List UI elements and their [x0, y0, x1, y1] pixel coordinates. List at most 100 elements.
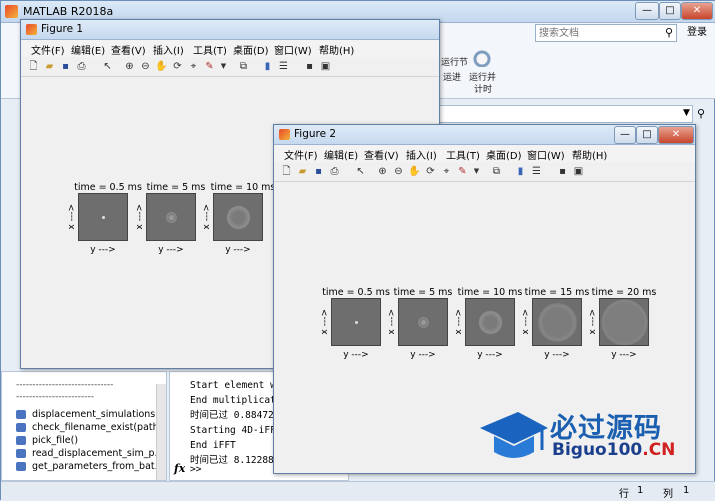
main-window-title: MATLAB R2018a [23, 5, 114, 18]
search-icon[interactable]: ⚲ [665, 26, 673, 39]
zoom-out-icon[interactable]: ⊖ [139, 60, 152, 73]
col-value: 1 [683, 485, 690, 496]
zoom-in-icon[interactable]: ⊕ [376, 165, 389, 178]
main-maximize-button[interactable]: □ [659, 2, 681, 20]
list-item[interactable]: pick_file() [2, 434, 166, 447]
subplot-1: time = 0.5 ms x ---> y ---> [67, 182, 143, 255]
figure-2-title-bar[interactable]: Figure 2 — □ ✕ [274, 125, 695, 145]
subplot-axes[interactable] [146, 193, 196, 241]
search-documentation-box[interactable]: ⚲ [535, 24, 677, 42]
legend-icon[interactable]: ☰ [530, 165, 543, 178]
show-plot-tools-icon[interactable]: ▣ [572, 165, 585, 178]
menu-insert[interactable]: 插入(I) [406, 147, 437, 162]
pan-icon[interactable]: ✋ [408, 165, 421, 178]
chevron-down-icon[interactable]: ▼ [470, 165, 483, 178]
list-item[interactable]: read_displacement_sim_p... [2, 447, 166, 460]
data-cursor-icon[interactable]: ⌖ [187, 60, 200, 73]
menu-edit[interactable]: 编辑(E) [324, 147, 358, 162]
hide-plot-tools-icon[interactable]: ▪ [556, 165, 569, 178]
menu-desktop[interactable]: 桌面(D) [233, 42, 269, 57]
list-item[interactable]: displacement_simulations(... [2, 408, 166, 421]
rotate-3d-icon[interactable]: ⟳ [171, 60, 184, 73]
subplot-axes[interactable] [532, 298, 582, 346]
ribbon-run-section-label[interactable]: 运行节 [441, 55, 468, 68]
open-file-icon[interactable]: ▰ [296, 165, 309, 178]
menu-tools[interactable]: 工具(T) [193, 42, 227, 57]
show-plot-tools-icon[interactable]: ▣ [319, 60, 332, 73]
menu-help[interactable]: 帮助(H) [319, 42, 354, 57]
subplot-axes[interactable] [213, 193, 263, 241]
main-close-button[interactable]: ✕ [681, 2, 713, 20]
new-figure-icon[interactable]: 🗋 [27, 60, 40, 73]
subplot-4: time = 15 ms x ---> y ---> [521, 287, 592, 360]
subplot-axes[interactable] [465, 298, 515, 346]
ribbon-advance-label[interactable]: 运进 [443, 70, 461, 83]
subplot-xlabel: x ---> [387, 309, 397, 335]
figure-2-close-button[interactable]: ✕ [658, 126, 694, 144]
save-icon[interactable]: ▪ [59, 60, 72, 73]
print-icon[interactable]: ⎙ [75, 60, 88, 73]
matlab-logo-icon [5, 5, 18, 18]
pan-icon[interactable]: ✋ [155, 60, 168, 73]
menu-edit[interactable]: 编辑(E) [71, 42, 105, 57]
current-folder-bar[interactable] [437, 105, 693, 123]
link-plot-icon[interactable]: ⧉ [237, 60, 250, 73]
menu-file[interactable]: 文件(F) [31, 42, 65, 57]
subplot-axes[interactable] [331, 298, 381, 346]
menu-window[interactable]: 窗口(W) [274, 42, 312, 57]
signal-spot [166, 212, 177, 223]
hide-plot-tools-icon[interactable]: ▪ [303, 60, 316, 73]
figure-2-maximize-button[interactable]: □ [636, 126, 658, 144]
subplot-xlabel: x ---> [135, 204, 145, 230]
chevron-down-icon[interactable]: ▼ [683, 108, 690, 118]
new-figure-icon[interactable]: 🗋 [280, 165, 293, 178]
signal-spot [601, 299, 648, 345]
menu-help[interactable]: 帮助(H) [572, 147, 607, 162]
chevron-down-icon[interactable]: ▼ [217, 60, 230, 73]
subplot-axes[interactable] [398, 298, 448, 346]
brush-icon[interactable]: ✎ [456, 165, 469, 178]
save-icon[interactable]: ▪ [312, 165, 325, 178]
subplot-axes[interactable] [599, 298, 649, 346]
pointer-icon[interactable]: ↖ [101, 60, 114, 73]
menu-file[interactable]: 文件(F) [284, 147, 318, 162]
print-icon[interactable]: ⎙ [328, 165, 341, 178]
link-plot-icon[interactable]: ⧉ [490, 165, 503, 178]
search-input[interactable] [536, 25, 656, 41]
pointer-icon[interactable]: ↖ [354, 165, 367, 178]
menu-insert[interactable]: 插入(I) [153, 42, 184, 57]
menu-desktop[interactable]: 桌面(D) [486, 147, 522, 162]
separator-line: ------------------------------ [16, 380, 114, 390]
fx-icon[interactable]: fx [174, 461, 185, 476]
main-minimize-button[interactable]: — [635, 2, 659, 20]
figure-2-minimize-button[interactable]: — [614, 126, 636, 144]
rotate-3d-icon[interactable]: ⟳ [424, 165, 437, 178]
list-item[interactable]: check_filename_exist(path... [2, 421, 166, 434]
subplot-xlabel: x ---> [454, 309, 464, 335]
subplot-ylabel: y ---> [611, 350, 637, 360]
colorbar-icon[interactable]: ▮ [261, 60, 274, 73]
watermark-small-text: Biguo100.CN [552, 440, 675, 460]
subplot-xlabel: x ---> [521, 309, 531, 335]
menu-window[interactable]: 窗口(W) [527, 147, 565, 162]
run-and-time-icon[interactable] [473, 47, 491, 67]
zoom-in-icon[interactable]: ⊕ [123, 60, 136, 73]
figure-icon [279, 129, 290, 140]
subplot-axes[interactable] [78, 193, 128, 241]
menu-view[interactable]: 查看(V) [364, 147, 399, 162]
zoom-out-icon[interactable]: ⊖ [392, 165, 405, 178]
brush-icon[interactable]: ✎ [203, 60, 216, 73]
data-cursor-icon[interactable]: ⌖ [440, 165, 453, 178]
legend-icon[interactable]: ☰ [277, 60, 290, 73]
vertical-scrollbar[interactable] [156, 384, 166, 480]
open-file-icon[interactable]: ▰ [43, 60, 56, 73]
menu-tools[interactable]: 工具(T) [446, 147, 480, 162]
function-icon [16, 436, 26, 445]
menu-view[interactable]: 查看(V) [111, 42, 146, 57]
figure-1-title-bar[interactable]: Figure 1 [21, 20, 439, 40]
search-folder-icon[interactable]: ⚲ [697, 107, 705, 120]
colorbar-icon[interactable]: ▮ [514, 165, 527, 178]
login-button[interactable]: 登录 [681, 24, 713, 42]
subplot-2: time = 5 ms x ---> y ---> [387, 287, 458, 360]
list-item[interactable]: get_parameters_from_bat... [2, 460, 166, 473]
